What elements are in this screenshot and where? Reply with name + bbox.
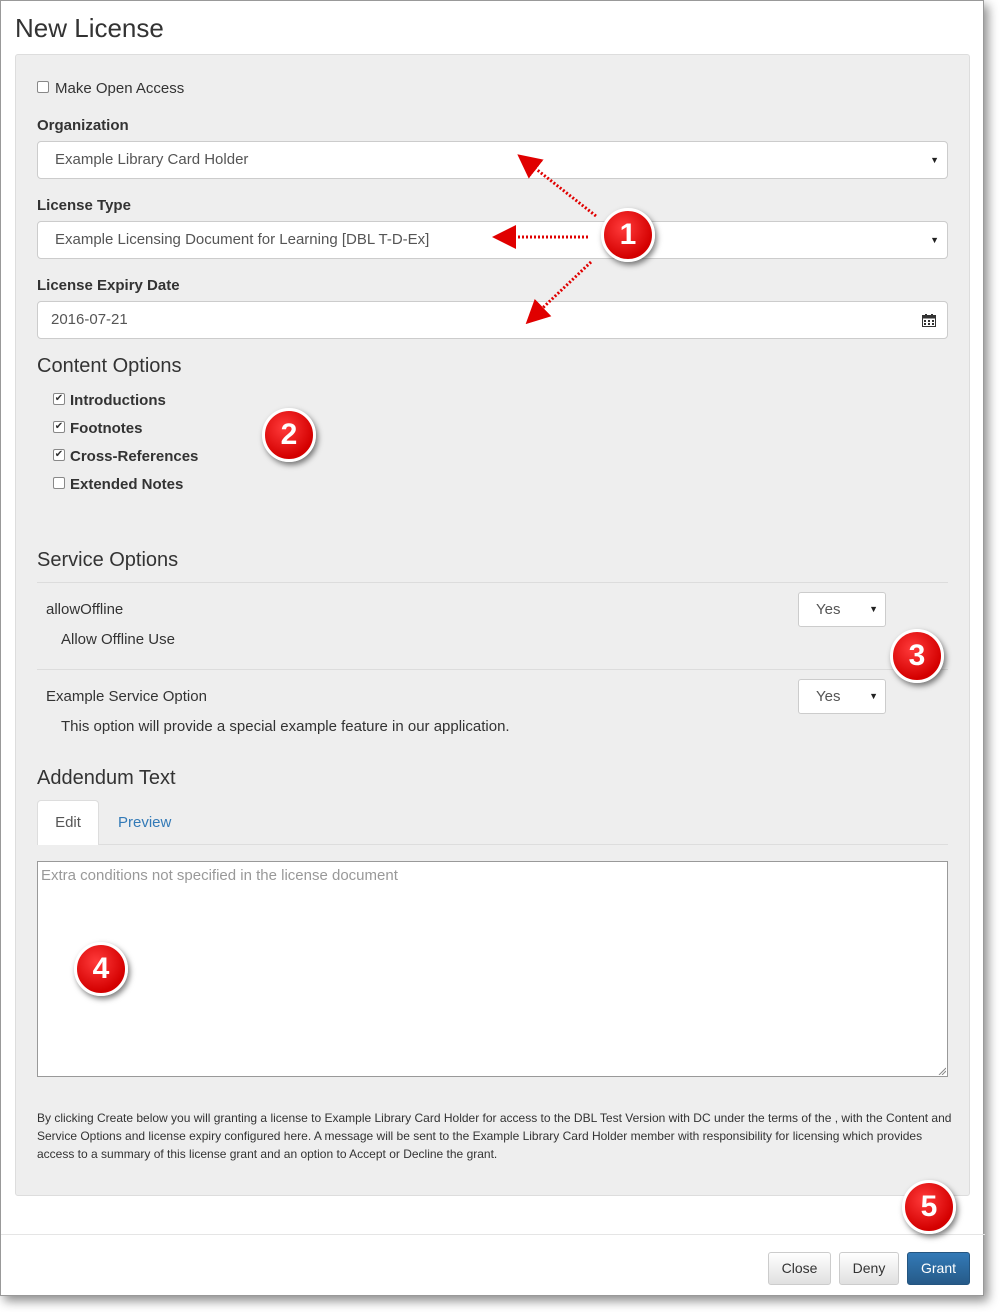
service-option-name: Example Service Option (46, 688, 207, 705)
deny-button[interactable]: Deny (839, 1252, 899, 1285)
divider (37, 582, 948, 583)
tab-divider (99, 844, 948, 845)
open-access-label: Make Open Access (55, 80, 185, 97)
tab-preview[interactable]: Preview (118, 814, 171, 831)
caret-down-icon: ▼ (930, 235, 939, 245)
extended-notes-label: Extended Notes (70, 476, 184, 493)
callout-badge-5: 5 (902, 1180, 956, 1234)
organization-label: Organization (37, 117, 129, 134)
introductions-checkbox[interactable]: ✔ (53, 393, 65, 405)
callout-badge-2: 2 (262, 408, 316, 462)
grant-button[interactable]: Grant (907, 1252, 970, 1285)
divider (37, 669, 948, 670)
service-option-name: allowOffline (46, 601, 124, 618)
caret-down-icon: ▼ (869, 604, 878, 614)
footer-divider (1, 1234, 985, 1235)
calendar-icon[interactable] (922, 314, 936, 327)
example-service-option-value: Yes (816, 688, 841, 705)
organization-value: Example Library Card Holder (55, 151, 249, 168)
license-type-select[interactable]: Example Licensing Document for Learning … (37, 221, 948, 259)
license-type-label: License Type (37, 197, 131, 214)
allow-offline-value: Yes (816, 601, 841, 618)
cross-references-label: Cross-References (70, 448, 199, 465)
addendum-placeholder: Extra conditions not specified in the li… (41, 867, 398, 884)
cross-references-checkbox[interactable]: ✔ (53, 449, 65, 461)
addendum-heading: Addendum Text (37, 767, 176, 789)
expiry-date-input[interactable]: 2016-07-21 (37, 301, 948, 339)
tab-edit[interactable]: Edit (37, 800, 99, 845)
addendum-textarea[interactable]: Extra conditions not specified in the li… (37, 861, 948, 1077)
callout-badge-3: 3 (890, 629, 944, 683)
callout-badge-1: 1 (601, 208, 655, 262)
caret-down-icon: ▼ (930, 155, 939, 165)
license-form-panel: Make Open Access Organization Example Li… (15, 54, 970, 1196)
example-service-option-select[interactable]: Yes ▼ (798, 679, 886, 714)
caret-down-icon: ▼ (869, 691, 878, 701)
new-license-modal: New License Make Open Access Organizatio… (0, 0, 985, 1296)
introductions-label: Introductions (70, 392, 166, 409)
modal-title: New License (15, 13, 164, 43)
footnotes-checkbox[interactable]: ✔ (53, 421, 65, 433)
license-notice: By clicking Create below you will granti… (37, 1111, 952, 1161)
content-options-heading: Content Options (37, 355, 182, 377)
service-options-heading: Service Options (37, 549, 179, 571)
organization-select[interactable]: Example Library Card Holder ▼ (37, 141, 948, 179)
open-access-checkbox[interactable] (37, 81, 49, 93)
allow-offline-select[interactable]: Yes ▼ (798, 592, 886, 627)
service-option-description: Allow Offline Use (61, 631, 175, 648)
resize-grip-icon[interactable] (938, 1067, 946, 1075)
extended-notes-checkbox[interactable] (53, 477, 65, 489)
footnotes-label: Footnotes (70, 420, 143, 437)
license-type-value: Example Licensing Document for Learning … (55, 231, 430, 248)
service-option-description: This option will provide a special examp… (61, 718, 510, 735)
close-button[interactable]: Close (768, 1252, 831, 1285)
expiry-date-label: License Expiry Date (37, 277, 180, 294)
callout-badge-4: 4 (74, 942, 128, 996)
expiry-date-value: 2016-07-21 (51, 311, 128, 328)
